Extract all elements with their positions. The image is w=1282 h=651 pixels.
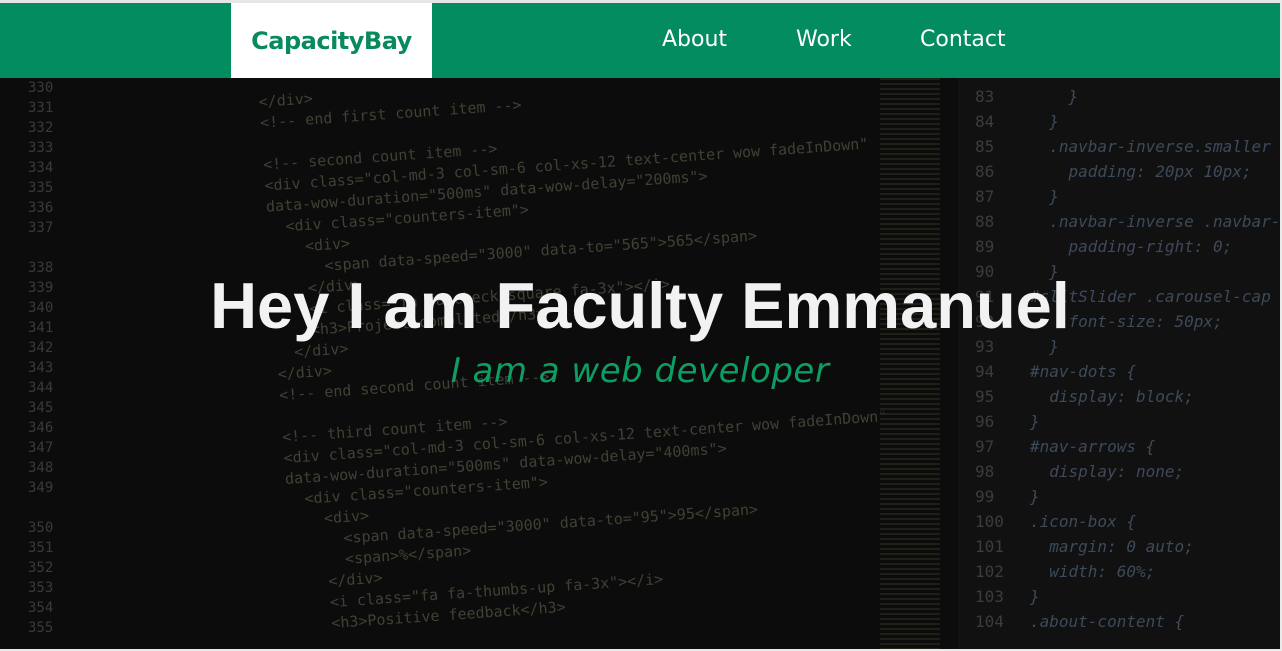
hero-subtitle: I am a web developer [450,351,830,391]
hero-section: 330 331 332 333 334 335 336 337 338 339 … [0,78,1280,649]
nav-link-work[interactable]: Work [796,27,852,52]
nav-link-contact[interactable]: Contact [920,27,1006,52]
hero-title: Hey I am Faculty Emmanuel [210,269,1070,342]
navbar: CapacityBay About Work Contact [0,3,1280,78]
brand-logo[interactable]: CapacityBay [231,3,432,78]
nav-link-about[interactable]: About [662,27,727,52]
